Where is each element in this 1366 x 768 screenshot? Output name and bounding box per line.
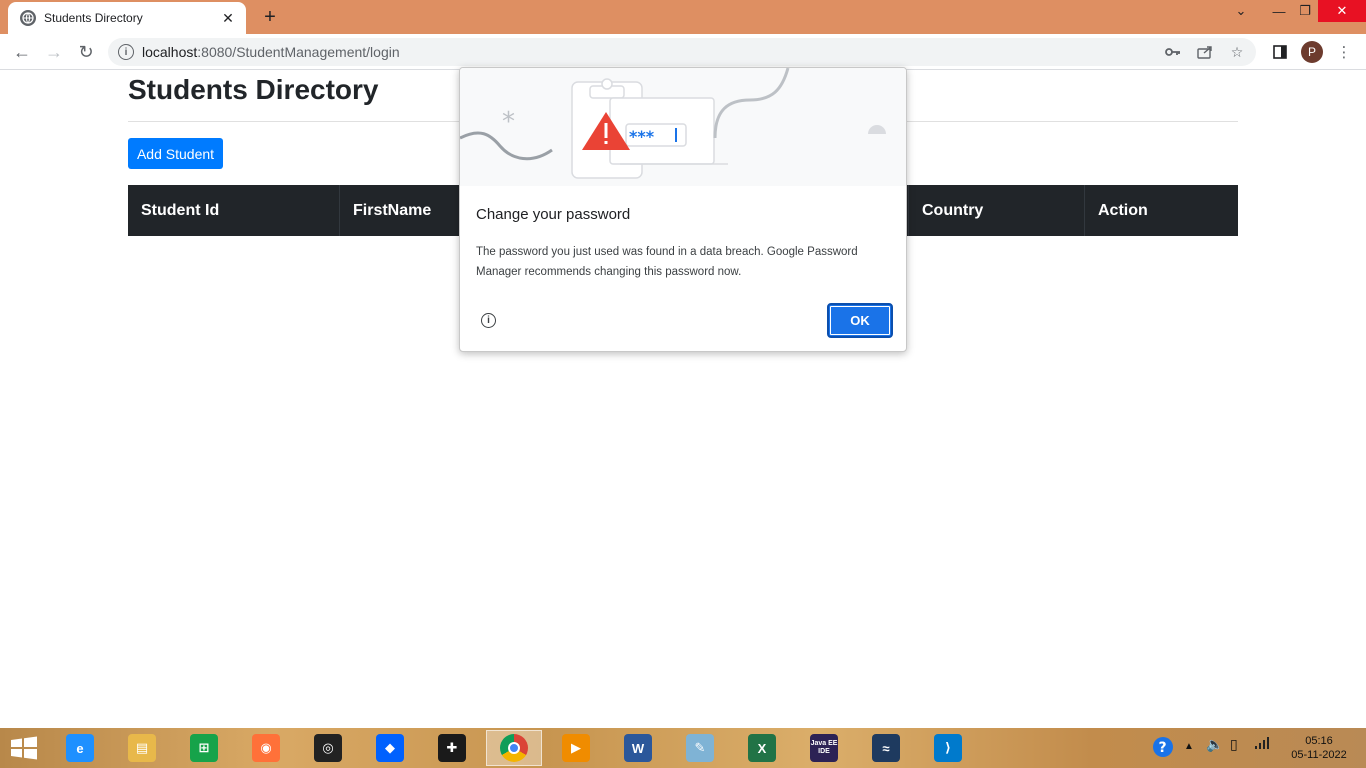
svg-text:?: ? — [1159, 740, 1167, 756]
minimize-button[interactable]: — — [1268, 0, 1290, 22]
url-text: localhost:8080/StudentManagement/login — [142, 44, 400, 60]
taskbar-app-camera-app[interactable]: ◎ — [300, 730, 356, 766]
column-header: Country — [909, 185, 1085, 236]
store-icon: ⊞ — [190, 734, 218, 762]
signal-icon[interactable] — [1254, 736, 1270, 753]
password-breach-dialog: * *** Change your password The password … — [459, 67, 907, 352]
taskbar-app-excel[interactable]: X — [734, 730, 790, 766]
restore-button[interactable]: ❐ — [1294, 0, 1316, 22]
taskbar-app-word[interactable]: W — [610, 730, 666, 766]
breach-illustration: * *** — [460, 68, 906, 186]
dialog-title: Change your password — [476, 206, 631, 223]
profile-avatar[interactable]: P — [1301, 41, 1323, 63]
forward-button[interactable]: → — [40, 38, 68, 66]
info-icon[interactable]: i — [481, 313, 496, 328]
svg-text:***: *** — [629, 127, 655, 146]
tab-title: Students Directory — [44, 11, 143, 25]
puzzle-app-icon: ✚ — [438, 734, 466, 762]
dialog-message: The password you just used was found in … — [476, 246, 858, 278]
back-button[interactable]: ← — [8, 38, 36, 66]
address-bar[interactable]: i localhost:8080/StudentManagement/login… — [108, 38, 1256, 66]
windows-start-icon[interactable] — [8, 735, 40, 761]
taskbar-app-mysql-workbench[interactable]: ≈ — [858, 730, 914, 766]
media-player-icon: ▶ — [562, 734, 590, 762]
column-header: Action — [1098, 201, 1148, 219]
taskbar-app-dropbox[interactable]: ◆ — [362, 730, 418, 766]
system-clock[interactable]: 05:16 05-11-2022 — [1284, 734, 1354, 762]
globe-icon — [20, 10, 36, 26]
browser-tab-strip: Students Directory ✕ + ⌄ — ❐ ✕ — [0, 0, 1366, 34]
new-tab-button[interactable]: + — [258, 5, 282, 29]
tab-search-icon[interactable]: ⌄ — [1230, 0, 1252, 22]
taskbar-app-firefox[interactable]: ◉ — [238, 730, 294, 766]
show-hidden-icons-icon[interactable]: ▲ — [1184, 741, 1194, 752]
ok-button[interactable]: OK — [827, 303, 893, 338]
java-ee-ide-icon: Java EE IDE — [810, 734, 838, 762]
dropbox-icon: ◆ — [376, 734, 404, 762]
column-header: Student Id — [128, 185, 340, 236]
tab-students-directory[interactable]: Students Directory ✕ — [8, 2, 246, 34]
site-info-icon[interactable]: i — [118, 44, 134, 60]
volume-icon[interactable]: 🔈 — [1206, 736, 1223, 753]
url-host: localhost — [142, 44, 198, 60]
taskbar-app-chrome[interactable] — [486, 730, 542, 766]
add-student-button[interactable]: Add Student — [128, 138, 223, 169]
taskbar-app-vscode[interactable]: ⟩ — [920, 730, 976, 766]
word-icon: W — [624, 734, 652, 762]
file-explorer-icon: ▤ — [128, 734, 156, 762]
firefox-icon: ◉ — [252, 734, 280, 762]
windows-taskbar: e ▤ ⊞ ◉ ◎ ◆ ✚ ▶ W ✎ X Java EE IDE ≈ ⟩ ? ▲ 🔈 ▯ 05:16 0… — [0, 728, 1366, 768]
taskbar-app-media-player[interactable]: ▶ — [548, 730, 604, 766]
mysql-workbench-icon: ≈ — [872, 734, 900, 762]
close-window-button[interactable]: ✕ — [1318, 0, 1366, 22]
taskbar-app-puzzle-app[interactable]: ✚ — [424, 730, 480, 766]
reload-button[interactable]: ↻ — [72, 38, 100, 66]
url-path: :8080/StudentManagement/login — [197, 44, 400, 60]
help-icon[interactable]: ? — [1152, 736, 1174, 761]
taskbar-app-file-explorer[interactable]: ▤ — [114, 730, 170, 766]
excel-icon: X — [748, 734, 776, 762]
side-panel-icon[interactable] — [1268, 40, 1292, 64]
clock-time: 05:16 — [1305, 735, 1333, 747]
notepad-icon: ✎ — [686, 734, 714, 762]
key-icon[interactable] — [1162, 42, 1184, 62]
network-icon[interactable]: ▯ — [1230, 736, 1238, 753]
clock-date: 05-11-2022 — [1291, 749, 1347, 761]
menu-icon[interactable]: ⋮ — [1332, 40, 1356, 64]
bookmark-star-icon[interactable]: ☆ — [1226, 42, 1248, 62]
taskbar-app-java-ee-ide[interactable]: Java EE IDE — [796, 730, 852, 766]
close-tab-icon[interactable]: ✕ — [220, 10, 236, 27]
taskbar-app-internet-explorer[interactable]: e — [52, 730, 108, 766]
browser-toolbar: ← → ↻ i localhost:8080/StudentManagement… — [0, 34, 1366, 70]
taskbar-app-store[interactable]: ⊞ — [176, 730, 232, 766]
camera-app-icon: ◎ — [314, 734, 342, 762]
page-title: Students Directory — [128, 74, 379, 105]
chrome-icon — [500, 734, 528, 762]
taskbar-app-notepad[interactable]: ✎ — [672, 730, 728, 766]
vscode-icon: ⟩ — [934, 734, 962, 762]
internet-explorer-icon: e — [66, 734, 94, 762]
svg-text:*: * — [502, 107, 515, 137]
share-icon[interactable] — [1194, 42, 1216, 62]
